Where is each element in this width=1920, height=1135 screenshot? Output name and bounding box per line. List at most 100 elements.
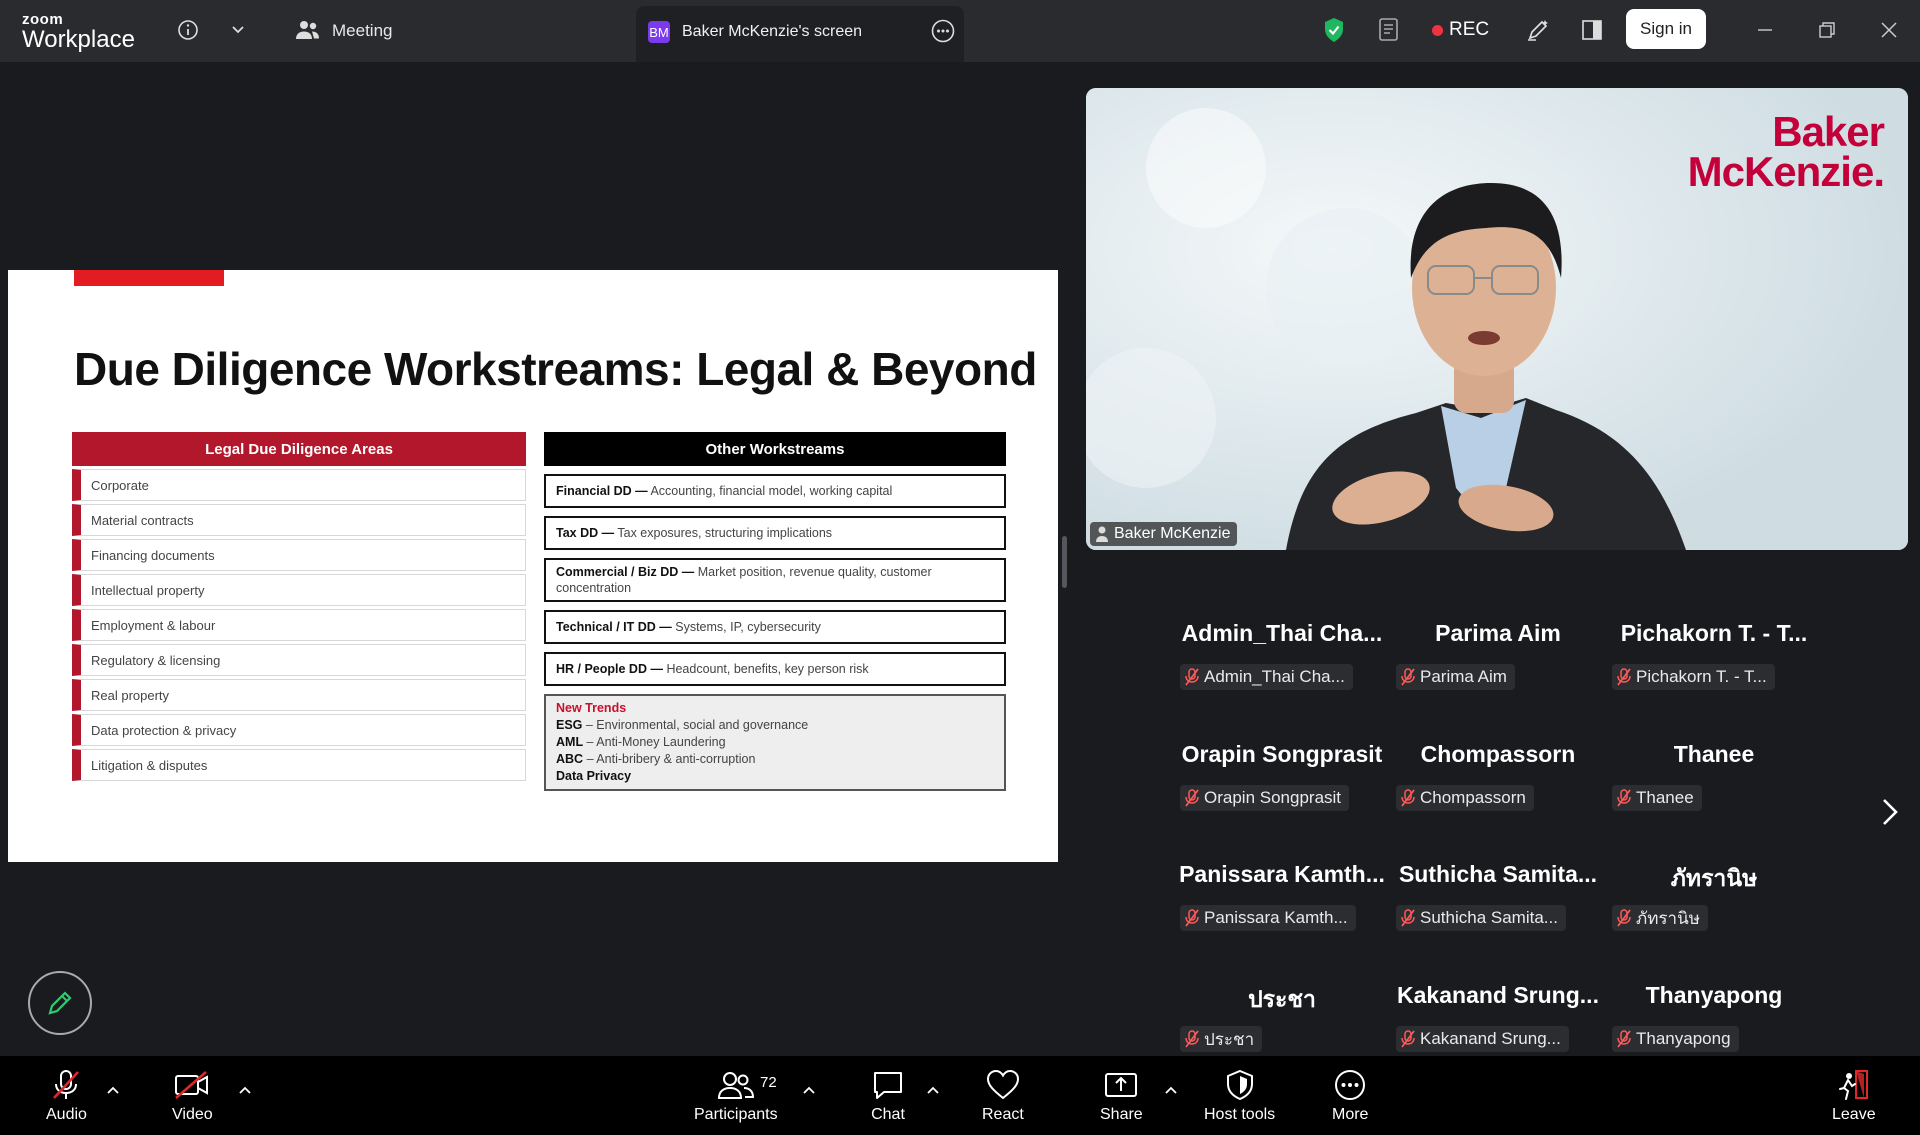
- mic-muted-icon: [1400, 789, 1416, 807]
- record-dot-icon: [1432, 24, 1443, 36]
- restore-icon[interactable]: [1811, 14, 1843, 46]
- participant-tile[interactable]: Suthicha Samita... Suthicha Samita...: [1390, 861, 1606, 961]
- share-label: Share: [1100, 1106, 1143, 1123]
- chat-options-caret-icon[interactable]: [926, 1082, 940, 1100]
- participant-name-pill: Thanee: [1612, 785, 1702, 811]
- audio-button[interactable]: Audio: [46, 1068, 87, 1124]
- trend-key: ESG: [556, 718, 583, 732]
- minimize-icon[interactable]: [1749, 14, 1781, 46]
- slide-title: Due Diligence Workstreams: Legal & Beyon…: [74, 343, 1037, 395]
- participant-tile[interactable]: ภัทรานิษ ภัทรานิษ: [1606, 861, 1822, 961]
- logo-line1: zoom: [22, 11, 64, 28]
- legal-item: Employment & labour: [72, 609, 526, 641]
- panel-resize-handle[interactable]: [1062, 536, 1067, 588]
- video-button[interactable]: Video: [172, 1068, 213, 1124]
- legal-item: Data protection & privacy: [72, 714, 526, 746]
- meeting-label[interactable]: Meeting: [332, 21, 392, 41]
- shield-check-icon[interactable]: [1318, 14, 1350, 46]
- react-button[interactable]: React: [982, 1068, 1024, 1124]
- workstream-desc: Tax exposures, structuring implications: [614, 526, 833, 540]
- leave-label: Leave: [1832, 1106, 1876, 1123]
- participant-display-name: Chompassorn: [1420, 741, 1576, 767]
- participant-name-pill: Panissara Kamth...: [1180, 905, 1356, 931]
- video-muted-icon: [175, 1071, 209, 1099]
- workstream-item: Commercial / Biz DD — Market position, r…: [544, 558, 1006, 602]
- more-icon[interactable]: [930, 18, 956, 49]
- logo-line2: Workplace: [22, 26, 135, 53]
- recording-indicator[interactable]: REC: [1432, 19, 1489, 41]
- screen-tab-label: Baker McKenzie's screen: [682, 23, 863, 40]
- participant-tile[interactable]: Orapin Songprasit Orapin Songprasit: [1174, 741, 1390, 841]
- notes-icon[interactable]: [1374, 14, 1406, 46]
- layout-icon[interactable]: [1576, 14, 1608, 46]
- spotlight-icon: [1096, 526, 1108, 542]
- participant-display-name: Admin_Thai Cha...: [1181, 620, 1383, 646]
- share-screen-icon: [1105, 1073, 1138, 1097]
- mic-muted-icon: [1616, 668, 1632, 686]
- trend-item: AML – Anti-Money Laundering: [556, 734, 994, 751]
- annotate-pencil-button[interactable]: [28, 971, 92, 1035]
- info-icon[interactable]: [172, 14, 204, 46]
- trend-item: ABC – Anti-bribery & anti-corruption: [556, 751, 994, 768]
- share-button[interactable]: Share: [1100, 1068, 1143, 1124]
- audio-label: Audio: [46, 1106, 87, 1123]
- participant-tile[interactable]: Admin_Thai Cha... Admin_Thai Cha...: [1174, 620, 1390, 720]
- chevron-down-icon[interactable]: [222, 14, 254, 46]
- trend-key: Data Privacy: [556, 769, 632, 783]
- participant-tile[interactable]: Thanee Thanee: [1606, 741, 1822, 841]
- participant-name: Chompassorn: [1420, 788, 1526, 807]
- other-workstreams-header: Other Workstreams: [544, 432, 1006, 466]
- participant-tile[interactable]: Panissara Kamth... Panissara Kamth...: [1174, 861, 1390, 961]
- shared-screen-slide: Due Diligence Workstreams: Legal & Beyon…: [8, 270, 1058, 862]
- video-label: Video: [172, 1106, 213, 1123]
- participant-tile[interactable]: Pichakorn T. - T... Pichakorn T. - T...: [1606, 620, 1822, 720]
- participants-options-caret-icon[interactable]: [802, 1082, 816, 1100]
- participant-display-name: Orapin Songprasit: [1181, 741, 1383, 767]
- more-label: More: [1332, 1106, 1369, 1123]
- new-trends-box: New Trends ESG – Environmental, social a…: [544, 694, 1006, 791]
- host-tools-button[interactable]: Host tools: [1204, 1068, 1275, 1124]
- mic-muted-icon: [1400, 1030, 1416, 1048]
- participant-name: Parima Aim: [1420, 667, 1507, 686]
- workstream-desc: Headcount, benefits, key person risk: [662, 662, 869, 676]
- more-dots-icon: [1335, 1070, 1366, 1100]
- mic-muted-icon: [1616, 789, 1632, 807]
- participant-display-name: ประชา: [1248, 986, 1316, 1012]
- mic-muted-icon: [1400, 668, 1416, 686]
- video-options-caret-icon[interactable]: [238, 1082, 252, 1100]
- participant-name: Kakanand Srung...: [1420, 1029, 1561, 1048]
- participant-name: Thanyapong: [1636, 1029, 1731, 1048]
- chat-icon: [874, 1072, 902, 1099]
- chat-button[interactable]: Chat: [870, 1068, 906, 1124]
- baker-mckenzie-logo: Baker McKenzie.: [1688, 111, 1885, 193]
- close-icon[interactable]: [1873, 14, 1905, 46]
- gallery-next-icon[interactable]: [1880, 796, 1900, 833]
- participant-name: ภัทรานิษ: [1636, 908, 1700, 928]
- microphone-muted-icon: [53, 1070, 80, 1099]
- mic-muted-icon: [1616, 909, 1632, 927]
- workstream-name: Technical / IT DD —: [556, 620, 672, 634]
- participant-name: Thanee: [1636, 788, 1694, 807]
- participant-tile[interactable]: Parima Aim Parima Aim: [1390, 620, 1606, 720]
- annotate-icon[interactable]: [1522, 14, 1554, 46]
- other-workstreams-column: Other Workstreams Financial DD — Account…: [544, 432, 1006, 791]
- trend-item: Data Privacy: [556, 768, 994, 785]
- legal-item: Regulatory & licensing: [72, 644, 526, 676]
- pencil-icon: [48, 991, 72, 1015]
- host-tools-label: Host tools: [1204, 1106, 1276, 1123]
- speaker-video[interactable]: Baker McKenzie. Baker McKenzie: [1086, 88, 1908, 550]
- participant-count: 72: [760, 1074, 777, 1091]
- screen-share-tab[interactable]: BM Baker McKenzie's screen: [636, 6, 964, 62]
- more-button[interactable]: More: [1332, 1068, 1368, 1124]
- share-options-caret-icon[interactable]: [1164, 1082, 1178, 1100]
- leave-button[interactable]: Leave: [1832, 1068, 1876, 1124]
- participant-name-pill: ภัทรานิษ: [1612, 905, 1708, 931]
- participant-tile[interactable]: Chompassorn Chompassorn: [1390, 741, 1606, 841]
- legal-dd-column: Legal Due Diligence Areas Corporate Mate…: [72, 432, 526, 781]
- workstream-item: HR / People DD — Headcount, benefits, ke…: [544, 652, 1006, 686]
- sign-in-button[interactable]: Sign in: [1626, 9, 1706, 49]
- legal-item: Intellectual property: [72, 574, 526, 606]
- audio-options-caret-icon[interactable]: [106, 1082, 120, 1100]
- legal-item: Real property: [72, 679, 526, 711]
- workstream-name: Financial DD —: [556, 484, 648, 498]
